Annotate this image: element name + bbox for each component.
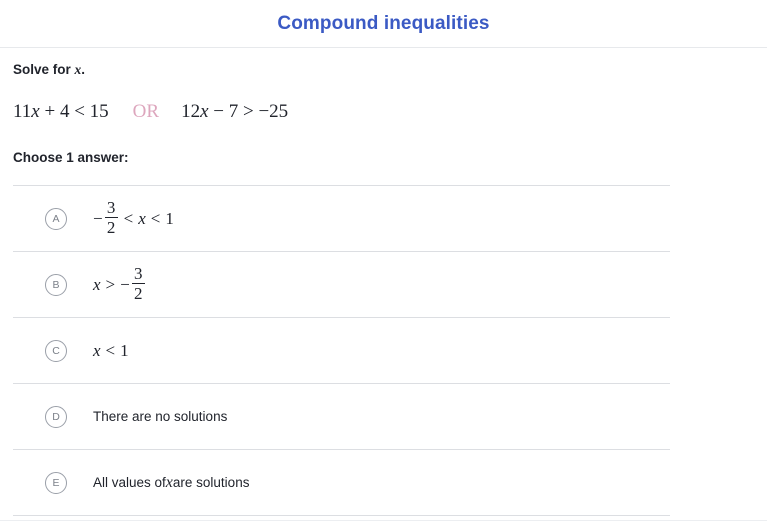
equation-right-variable: x [200, 101, 209, 122]
option-a-operator-1: < [123, 208, 134, 228]
answer-option-e-content: All values of x are solutions [93, 474, 249, 492]
option-a-bound: 1 [165, 208, 174, 228]
radio-button-e[interactable]: E [45, 471, 67, 494]
problem-equation: 11x + 4 < 15 OR 12x − 7 > −25 [13, 79, 754, 124]
radio-button-b[interactable]: B [45, 273, 67, 296]
option-b-variable: x [93, 274, 101, 294]
answer-option-b-content: x > − 3 2 [93, 263, 146, 304]
radio-button-c[interactable]: C [45, 339, 67, 362]
answer-option-d[interactable]: D There are no solutions [13, 384, 670, 450]
answer-option-a-content: − 3 2 < x < 1 [93, 197, 174, 238]
answer-option-e[interactable]: E All values of x are solutions [13, 450, 670, 516]
option-a-operator-2: < [150, 208, 161, 228]
instruction-prefix: Solve for [13, 62, 75, 77]
exercise-content: Solve for x. 11x + 4 < 15 OR 12x − 7 > −… [0, 48, 767, 516]
problem-instruction: Solve for x. [13, 48, 754, 79]
equation-right-coefficient: 12 [181, 101, 201, 122]
equation-right: 12x − 7 > −25 [181, 100, 288, 124]
option-a-variable: x [138, 208, 146, 228]
answer-option-d-content: There are no solutions [93, 409, 227, 424]
bottom-divider [0, 520, 767, 521]
option-e-text-after: are solutions [172, 475, 250, 490]
option-a-sign: − [93, 208, 103, 228]
option-c-operator-1: < [105, 340, 116, 360]
choose-answer-label: Choose 1 answer: [13, 150, 129, 165]
answer-options-list: A − 3 2 < x < 1 B x > − 3 2 C x < 1 D Th… [13, 185, 670, 516]
answer-option-a[interactable]: A − 3 2 < x < 1 [13, 186, 670, 252]
equation-left-coefficient: 11 [13, 101, 32, 122]
answer-option-c-content: x < 1 [93, 341, 129, 361]
equation-connector-or: OR [132, 101, 160, 122]
answer-option-b[interactable]: B x > − 3 2 [13, 252, 670, 318]
option-b-sign: − [120, 274, 130, 294]
equation-right-rest: − 7 > −25 [208, 101, 289, 122]
option-a-fraction: 3 2 [104, 197, 118, 238]
answer-option-c[interactable]: C x < 1 [13, 318, 670, 384]
option-c-variable: x [93, 340, 101, 360]
equation-left: 11x + 4 < 15 [13, 100, 109, 124]
instruction-suffix: . [81, 62, 86, 77]
option-b-numerator: 3 [133, 263, 143, 283]
option-b-fraction: 3 2 [131, 263, 145, 304]
radio-button-a[interactable]: A [45, 207, 67, 230]
page-header: Compound inequalities [0, 0, 767, 48]
page-title: Compound inequalities [277, 12, 490, 34]
option-a-numerator: 3 [106, 197, 116, 217]
equation-left-variable: x [31, 101, 40, 122]
option-e-variable: x [165, 473, 173, 491]
radio-button-d[interactable]: D [45, 405, 67, 428]
equation-left-rest: + 4 < 15 [39, 101, 109, 122]
option-d-text: There are no solutions [93, 409, 228, 424]
option-a-denominator: 2 [106, 218, 116, 238]
option-e-text-before: All values of [93, 475, 166, 490]
option-b-denominator: 2 [133, 284, 143, 304]
option-c-bound: 1 [120, 340, 129, 360]
option-b-operator-1: > [105, 274, 116, 294]
